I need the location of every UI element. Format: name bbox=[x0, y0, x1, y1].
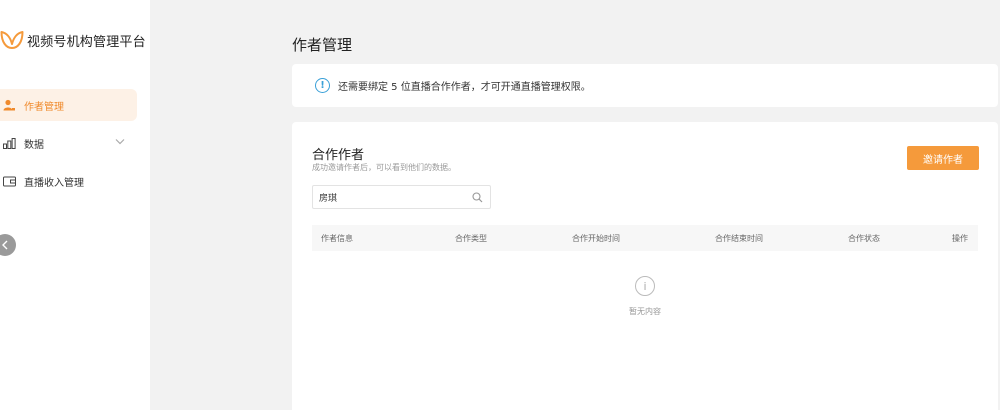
sidebar-item-author-management[interactable]: 作者管理 bbox=[0, 89, 137, 121]
card-title: 合作作者 bbox=[312, 148, 365, 163]
notice-banner: ! 还需要绑定 5 位直播合作作者，才可开通直播管理权限。 bbox=[292, 64, 998, 107]
column-header-author-info: 作者信息 bbox=[321, 234, 353, 243]
column-header-start-time: 合作开始时间 bbox=[572, 234, 620, 243]
search-box[interactable] bbox=[312, 185, 491, 209]
sidebar-item-label: 作者管理 bbox=[24, 101, 64, 113]
column-header-status[interactable]: 合作状态 bbox=[848, 233, 880, 244]
notice-text: 还需要绑定 5 位直播合作作者，才可开通直播管理权限。 bbox=[338, 82, 591, 93]
sidebar-item-label: 直播收入管理 bbox=[24, 177, 84, 189]
user-icon bbox=[0, 99, 18, 111]
sidebar-item-data[interactable]: 数据 bbox=[0, 127, 137, 159]
bar-chart-icon bbox=[0, 137, 18, 149]
brand-logo-icon bbox=[0, 31, 24, 49]
wallet-icon bbox=[0, 176, 18, 187]
column-header-end-time: 合作结束时间 bbox=[715, 234, 763, 243]
empty-text: 暂无内容 bbox=[629, 307, 661, 316]
logo[interactable]: 视频号机构管理平台 bbox=[0, 28, 146, 52]
app-title: 视频号机构管理平台 bbox=[27, 34, 146, 50]
empty-state: i 暂无内容 bbox=[292, 276, 998, 317]
info-icon: ! bbox=[315, 78, 330, 93]
search-icon[interactable] bbox=[472, 192, 483, 206]
column-header-actions: 操作 bbox=[952, 234, 968, 243]
chevron-left-icon bbox=[2, 240, 8, 250]
empty-info-icon: i bbox=[635, 276, 655, 296]
sidebar: 视频号机构管理平台 作者管理 数据 直播收入管理 bbox=[0, 0, 150, 410]
page-title: 作者管理 bbox=[292, 36, 353, 54]
chevron-down-icon[interactable] bbox=[115, 137, 125, 148]
search-input[interactable] bbox=[319, 192, 469, 202]
partner-authors-card: 合作作者 成功邀请作者后，可以看到他们的数据。 邀请作者 作者信息 合作类型 合… bbox=[292, 122, 998, 410]
sidebar-item-label: 数据 bbox=[24, 139, 44, 151]
sidebar-item-live-income[interactable]: 直播收入管理 bbox=[0, 165, 137, 197]
invite-author-button[interactable]: 邀请作者 bbox=[907, 146, 979, 170]
card-subtitle: 成功邀请作者后，可以看到他们的数据。 bbox=[312, 163, 456, 172]
table-header: 作者信息 合作类型 合作开始时间 合作结束时间 合作状态 操作 bbox=[312, 225, 978, 251]
column-header-type: 合作类型 bbox=[455, 234, 487, 243]
